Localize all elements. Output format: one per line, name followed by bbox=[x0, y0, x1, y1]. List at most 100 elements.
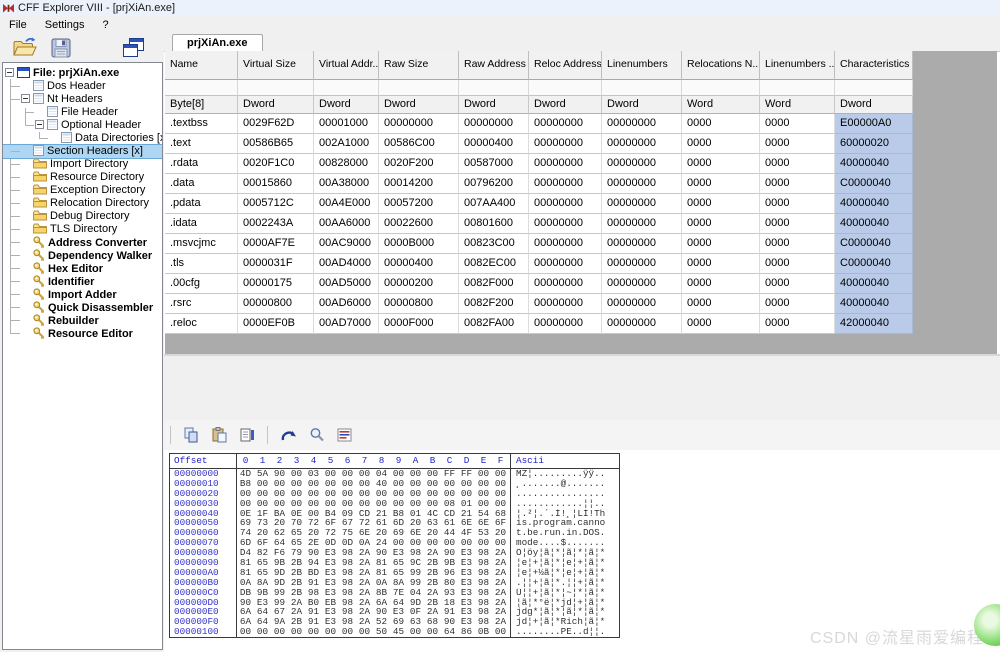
hex-ascii[interactable]: Ô¦öy¦ã¦*¦ã¦*¦ã¦* bbox=[511, 548, 619, 558]
table-cell[interactable]: 0005712C bbox=[238, 194, 314, 214]
column-header-name[interactable]: Name bbox=[165, 51, 238, 80]
table-cell[interactable]: 00057200 bbox=[379, 194, 459, 214]
hex-byte[interactable]: 00 bbox=[424, 627, 441, 637]
table-cell[interactable]: 00014200 bbox=[379, 174, 459, 194]
save-file-button[interactable] bbox=[51, 38, 71, 58]
table-cell[interactable]: 00801600 bbox=[459, 214, 529, 234]
table-cell[interactable]: C0000040 bbox=[835, 174, 913, 194]
table-cell[interactable]: 00000000 bbox=[602, 254, 682, 274]
table-cell[interactable]: 00000000 bbox=[529, 274, 602, 294]
section-row-rdata[interactable]: .rdata0020F1C0008280000020F2000058700000… bbox=[165, 154, 997, 174]
tree-item-address-converter[interactable]: Address Converter bbox=[3, 236, 162, 249]
tree-item-resource-directory[interactable]: Resource Directory bbox=[3, 171, 162, 184]
hex-ascii[interactable]: ¦e¦+¦ã¦*¦e¦+¦ã¦* bbox=[511, 558, 619, 568]
table-cell[interactable]: 0000 bbox=[760, 194, 835, 214]
table-cell[interactable]: 0000 bbox=[760, 154, 835, 174]
table-cell[interactable]: .msvcjmc bbox=[165, 234, 238, 254]
section-row-pdata[interactable]: .pdata0005712C00A4E00000057200007AA40000… bbox=[165, 194, 997, 214]
table-cell[interactable]: 40000040 bbox=[835, 294, 913, 314]
table-cell[interactable]: 00000000 bbox=[602, 134, 682, 154]
table-cell[interactable]: 00000800 bbox=[379, 294, 459, 314]
table-cell[interactable]: 00AA6000 bbox=[314, 214, 379, 234]
tree-item-data-directories-x[interactable]: Data Directories [x] bbox=[3, 132, 162, 145]
hex-ascii[interactable]: is.program.canno bbox=[511, 518, 619, 528]
hex-byte[interactable]: 00 bbox=[305, 627, 322, 637]
table-cell[interactable]: 00000400 bbox=[379, 254, 459, 274]
table-cell[interactable]: 0082EC00 bbox=[459, 254, 529, 274]
hex-byte[interactable]: 00 bbox=[237, 627, 254, 637]
table-cell[interactable]: 00AC9000 bbox=[314, 234, 379, 254]
hex-ascii[interactable]: ........PE..d¦¦. bbox=[511, 627, 619, 637]
open-file-button[interactable] bbox=[12, 37, 37, 58]
section-row-data[interactable]: .data0001586000A380000001420000796200000… bbox=[165, 174, 997, 194]
column-header-characteristics[interactable]: Characteristics bbox=[835, 51, 913, 80]
table-cell[interactable]: .text bbox=[165, 134, 238, 154]
table-cell[interactable]: 0000 bbox=[682, 134, 760, 154]
table-cell[interactable]: 00587000 bbox=[459, 154, 529, 174]
collapse-minus-icon[interactable] bbox=[35, 120, 44, 129]
column-header-virtual-size[interactable]: Virtual Size bbox=[238, 51, 314, 80]
tree-item-optional-header[interactable]: Optional Header bbox=[3, 119, 162, 132]
table-cell[interactable]: .pdata bbox=[165, 194, 238, 214]
tree-item-exception-directory[interactable]: Exception Directory bbox=[3, 184, 162, 197]
table-cell[interactable]: 00000000 bbox=[602, 154, 682, 174]
table-cell[interactable]: C0000040 bbox=[835, 234, 913, 254]
hex-ascii[interactable]: ¸.......@....... bbox=[511, 479, 619, 489]
hex-ascii[interactable]: t.be.run.in.DOS. bbox=[511, 528, 619, 538]
section-row-msvcjmc[interactable]: .msvcjmc0000AF7E00AC90000000B00000823C00… bbox=[165, 234, 997, 254]
table-cell[interactable]: 00000400 bbox=[459, 134, 529, 154]
table-cell[interactable]: .rsrc bbox=[165, 294, 238, 314]
paste-button[interactable] bbox=[211, 427, 227, 443]
table-cell[interactable]: 007AA400 bbox=[459, 194, 529, 214]
table-cell[interactable]: 0000B000 bbox=[379, 234, 459, 254]
table-cell[interactable]: 00022600 bbox=[379, 214, 459, 234]
table-cell[interactable]: 40000040 bbox=[835, 274, 913, 294]
menu-settings[interactable]: Settings bbox=[36, 19, 94, 31]
table-cell[interactable]: 00000000 bbox=[529, 114, 602, 134]
table-cell[interactable]: 0000031F bbox=[238, 254, 314, 274]
tree-item-import-directory[interactable]: Import Directory bbox=[3, 158, 162, 171]
hex-ascii[interactable]: ................ bbox=[511, 489, 619, 499]
tree-item-relocation-directory[interactable]: Relocation Directory bbox=[3, 197, 162, 210]
table-cell[interactable]: 00000000 bbox=[602, 314, 682, 334]
copy-button[interactable] bbox=[183, 427, 199, 443]
table-cell[interactable]: 00000000 bbox=[602, 234, 682, 254]
hex-byte[interactable]: 0B bbox=[475, 627, 492, 637]
tree-item-file-prjxian-exe[interactable]: File: prjXiAn.exe bbox=[3, 67, 162, 80]
table-cell[interactable]: 00AD6000 bbox=[314, 294, 379, 314]
table-cell[interactable]: 00000000 bbox=[529, 154, 602, 174]
table-cell[interactable]: .tls bbox=[165, 254, 238, 274]
table-cell[interactable]: 00000000 bbox=[602, 194, 682, 214]
section-row-00cfg[interactable]: .00cfg0000017500AD5000000002000082F00000… bbox=[165, 274, 997, 294]
table-cell[interactable]: 00828000 bbox=[314, 154, 379, 174]
table-cell[interactable]: 0000 bbox=[682, 314, 760, 334]
table-cell[interactable]: 00000000 bbox=[529, 234, 602, 254]
table-cell[interactable]: 00000000 bbox=[529, 214, 602, 234]
table-cell[interactable]: 0000 bbox=[760, 274, 835, 294]
hex-ascii[interactable]: jdg*¦ã¦*¦ã¦*¦ã¦* bbox=[511, 607, 619, 617]
table-cell[interactable]: 0000 bbox=[682, 194, 760, 214]
table-cell[interactable]: 00000000 bbox=[529, 254, 602, 274]
hex-byte[interactable]: 45 bbox=[390, 627, 407, 637]
find-button[interactable] bbox=[309, 427, 325, 443]
table-cell[interactable]: 00000000 bbox=[602, 274, 682, 294]
fill-button[interactable] bbox=[239, 427, 255, 443]
hex-offset[interactable]: 00000100 bbox=[170, 627, 237, 637]
column-header-linenumbers[interactable]: Linenumbers bbox=[602, 51, 682, 80]
table-cell[interactable]: 00000000 bbox=[529, 314, 602, 334]
tree-item-tls-directory[interactable]: TLS Directory bbox=[3, 223, 162, 236]
table-cell[interactable]: C0000040 bbox=[835, 254, 913, 274]
hex-byte[interactable]: 00 bbox=[288, 627, 305, 637]
table-cell[interactable]: 0000 bbox=[682, 114, 760, 134]
hex-byte[interactable]: 00 bbox=[356, 627, 373, 637]
tree-item-quick-disassembler[interactable]: Quick Disassembler bbox=[3, 301, 162, 314]
table-cell[interactable]: .textbss bbox=[165, 114, 238, 134]
table-cell[interactable]: 00AD5000 bbox=[314, 274, 379, 294]
table-cell[interactable]: 42000040 bbox=[835, 314, 913, 334]
hex-ascii[interactable]: ¦.²¦.´.Í!¸¦LÍ!Th bbox=[511, 509, 619, 519]
column-header-reloc-address[interactable]: Reloc Address bbox=[529, 51, 602, 80]
table-cell[interactable]: 0000 bbox=[682, 254, 760, 274]
column-header-raw-address[interactable]: Raw Address bbox=[459, 51, 529, 80]
table-cell[interactable]: 0000 bbox=[682, 174, 760, 194]
table-cell[interactable]: 0000 bbox=[760, 234, 835, 254]
